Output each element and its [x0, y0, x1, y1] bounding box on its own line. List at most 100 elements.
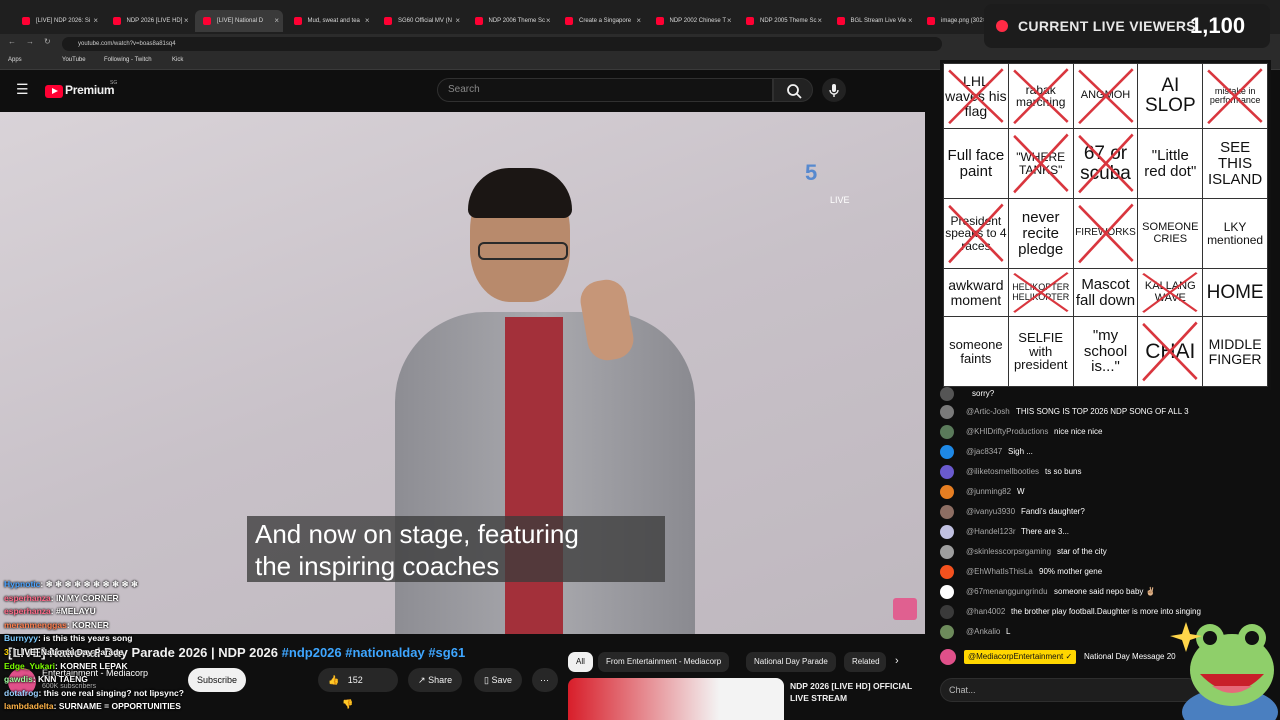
bingo-cell-text: never recite pledge — [1018, 209, 1064, 258]
related-video-thumbnail[interactable] — [568, 678, 784, 720]
bingo-cell-text: HOME — [1206, 281, 1264, 303]
chip-related[interactable]: Related — [844, 652, 886, 672]
close-tab-icon[interactable]: × — [455, 10, 460, 32]
overlay-chat-message: Edge_Yukari: KORNER LEPAK — [4, 660, 304, 674]
chat-input[interactable]: Chat... — [940, 678, 1200, 702]
tab-favicon-icon — [927, 17, 935, 25]
voice-search-button[interactable] — [822, 78, 846, 102]
search-button[interactable] — [773, 78, 813, 102]
browser-tab[interactable]: [LIVE] National D × — [195, 10, 283, 32]
browser-tab[interactable]: Mud, sweat and tea × — [286, 10, 374, 32]
more-actions-button[interactable]: ⋯ — [532, 668, 558, 692]
youtube-logo-icon[interactable] — [45, 85, 63, 98]
caption-line-2: the inspiring coaches — [255, 551, 500, 581]
chat-author[interactable]: @skinlesscorpsrgaming — [966, 544, 1051, 560]
browser-tab[interactable]: NDP 2006 Theme Sc × — [467, 10, 555, 32]
browser-tab[interactable]: NDP 2005 Theme Sc × — [738, 10, 826, 32]
close-tab-icon[interactable]: × — [817, 10, 822, 32]
browser-tab[interactable]: SG60 Official MV (N × — [376, 10, 464, 32]
bingo-cell: President speaks to 4 races — [943, 198, 1009, 270]
tab-label: BGL Stream Live Vie — [850, 18, 907, 24]
tab-favicon-icon — [293, 17, 302, 25]
bingo-cell: AI SLOP — [1137, 62, 1204, 130]
overlay-chat-message: esperhanza: IN MY CORNER — [4, 592, 304, 606]
browser-tab[interactable]: NDP 2002 Chinese T × — [648, 10, 736, 32]
youtube-logo-text[interactable]: Premium — [65, 83, 115, 97]
back-icon[interactable]: ← — [8, 37, 16, 46]
bookmark-youtube[interactable]: YouTube — [62, 57, 86, 63]
close-tab-icon[interactable]: × — [184, 10, 189, 32]
overlay-chat-text: ❄ ❄ ❄ ❄ ❄ ❄ ❄ ❄ ❄ ❄ — [45, 579, 139, 589]
chat-avatar — [940, 445, 954, 459]
chat-author[interactable]: @iliketosmellbooties — [966, 464, 1039, 480]
browser-tab[interactable]: BGL Stream Live Vie × — [829, 10, 917, 32]
chip-ndp[interactable]: National Day Parade — [746, 652, 836, 672]
bingo-cell-text: rabak marching — [1016, 82, 1066, 110]
address-bar[interactable]: youtube.com/watch?v=boas8a81sq4 — [62, 37, 942, 51]
bingo-cell-text: MIDDLE FINGER — [1208, 335, 1262, 367]
chevron-right-icon[interactable]: › — [895, 655, 899, 667]
pinned-text: National Day Message 20 — [1084, 652, 1176, 661]
tab-favicon-icon — [565, 17, 573, 25]
search-input[interactable]: Search — [437, 78, 773, 102]
browser-tab[interactable]: NDP 2026 [LIVE HD] × — [105, 10, 193, 32]
close-tab-icon[interactable]: × — [365, 10, 370, 32]
live-label: LIVE — [830, 195, 850, 205]
presenter-glasses — [478, 242, 568, 260]
close-tab-icon[interactable]: × — [546, 10, 551, 32]
overlay-chat-user: meranmenggas — [4, 619, 67, 630]
overlay-chat-user: Edge_Yukari — [4, 660, 56, 671]
close-tab-icon[interactable]: × — [274, 10, 279, 32]
close-tab-icon[interactable]: × — [727, 10, 732, 32]
share-label: Share — [428, 675, 453, 685]
bingo-cell: "my school is..." — [1072, 316, 1139, 387]
chat-author[interactable]: @han4002 — [966, 604, 1005, 620]
share-button[interactable]: ↗ Share — [408, 668, 463, 692]
chat-author[interactable]: @junming82 — [966, 484, 1011, 500]
live-dot-icon — [996, 20, 1008, 32]
chat-author[interactable]: @jac8347 — [966, 444, 1002, 460]
reload-icon[interactable]: ↻ — [44, 37, 51, 46]
close-tab-icon[interactable]: × — [908, 10, 913, 32]
chat-author[interactable]: @Handel123r — [966, 524, 1015, 540]
caption-line-1: And now on stage, featuring — [255, 519, 579, 549]
tab-label: NDP 2006 Theme Sc — [488, 18, 545, 24]
bingo-cell: SOMEONE CRIES — [1137, 198, 1204, 270]
chat-author[interactable]: @Ankalio — [966, 624, 1000, 640]
chat-author[interactable]: @67menanggungrindu — [966, 584, 1048, 600]
chat-author[interactable]: @EhWhatIsThisLa — [966, 564, 1033, 580]
close-tab-icon[interactable]: × — [93, 10, 98, 32]
chat-author[interactable]: @KHIDriftyProductions — [966, 424, 1048, 440]
browser-tab[interactable]: Create a Singapore × — [557, 10, 645, 32]
chat-text: L — [1006, 627, 1011, 636]
like-count[interactable]: 152 — [348, 675, 363, 685]
video-player[interactable]: 5 LIVE And now on stage, featuring the i… — [0, 112, 925, 634]
like-icon[interactable]: 👍 — [328, 675, 339, 685]
bookmark-apps[interactable]: Apps — [8, 57, 22, 63]
bingo-cell: SELFIE with president — [1007, 316, 1074, 387]
tab-label: NDP 2002 Chinese T — [669, 18, 726, 24]
chip-all[interactable]: All — [568, 652, 593, 672]
bingo-cell-text: AI SLOP — [1144, 75, 1196, 117]
forward-icon[interactable]: → — [26, 37, 34, 46]
dislike-icon[interactable]: 👎 — [342, 699, 353, 709]
bingo-row: awkward moment HELIKOPTER HELIKOPTER Masco… — [943, 268, 1268, 318]
bookmark-twitch[interactable]: Following - Twitch — [104, 57, 152, 63]
close-tab-icon[interactable]: × — [636, 10, 641, 32]
bookmark-kick[interactable]: Kick — [172, 57, 183, 63]
bingo-cell: KALLANG WAVE — [1137, 268, 1204, 318]
bingo-cell-text: Full face paint — [947, 147, 1005, 180]
tab-favicon-icon — [655, 17, 664, 25]
video-hashtags[interactable]: #ndp2026 #nationalday #sg61 — [282, 645, 466, 660]
save-button[interactable]: ▯ Save — [474, 668, 522, 692]
presenter-hair — [468, 168, 572, 218]
related-video-title[interactable]: NDP 2026 [LIVE HD] OFFICIAL LIVE STREAM — [790, 680, 920, 704]
bingo-cell: MIDDLE FINGER — [1202, 316, 1268, 387]
menu-icon[interactable]: ☰ — [16, 81, 29, 98]
chip-from-channel[interactable]: From Entertainment - Mediacorp — [598, 652, 730, 672]
chat-author[interactable]: @Artic-Josh — [966, 404, 1010, 420]
overlay-chat-user: Hypnotic — [4, 579, 41, 589]
browser-tab[interactable]: [LIVE] NDP 2026: Si × — [14, 10, 102, 32]
overlay-chat-message: meranmenggas: KORNER — [4, 619, 304, 633]
chat-author[interactable]: @ivanyu3930 — [966, 504, 1015, 520]
